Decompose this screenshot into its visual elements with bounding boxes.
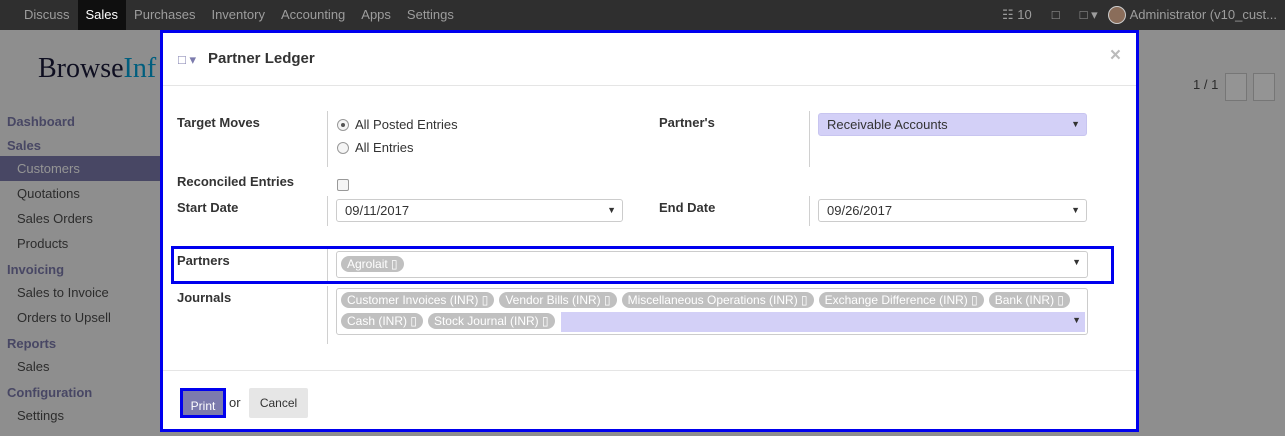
menu-item-discuss[interactable]: Discuss bbox=[16, 0, 78, 30]
tag-label: Agrolait bbox=[347, 257, 388, 271]
radio-button-checked[interactable] bbox=[337, 118, 349, 131]
tag-remove-icon[interactable]: ▯ bbox=[968, 293, 978, 307]
date-value: 09/26/2017 bbox=[827, 203, 893, 218]
tag[interactable]: Customer Invoices (INR) ▯ bbox=[341, 292, 495, 308]
tag-remove-icon[interactable]: ▯ bbox=[388, 257, 398, 271]
radio-button[interactable] bbox=[337, 141, 349, 154]
tag-remove-icon[interactable]: ▯ bbox=[478, 293, 489, 307]
print-button[interactable]: Print bbox=[180, 388, 226, 418]
reconciled-checkbox[interactable] bbox=[337, 179, 349, 191]
messages-indicator[interactable]: ☷ 10 bbox=[992, 0, 1042, 30]
caret-down-icon: ▼ bbox=[1072, 257, 1081, 267]
menu-item-accounting[interactable]: Accounting bbox=[273, 0, 353, 30]
message-count: 10 bbox=[1017, 7, 1032, 22]
tag[interactable]: Miscellaneous Operations (INR) ▯ bbox=[621, 292, 814, 308]
tag-remove-icon[interactable]: ▯ bbox=[1054, 293, 1064, 307]
tag-remove-icon[interactable]: ▯ bbox=[798, 293, 808, 307]
caret-down-icon: ▼ bbox=[607, 205, 616, 215]
user-menu[interactable]: Administrator (v10_cust... bbox=[1130, 0, 1285, 30]
phone-icon[interactable]: □ ▾ bbox=[1070, 0, 1108, 30]
tag-remove-icon[interactable]: ▯ bbox=[539, 314, 549, 328]
field-separator bbox=[809, 111, 810, 167]
tag-label: Bank (INR) bbox=[994, 293, 1055, 307]
activity-icon[interactable]: □ bbox=[1042, 0, 1070, 30]
top-navbar: Discuss Sales Purchases Inventory Accounting… bbox=[0, 0, 1285, 30]
tag-remove-icon[interactable]: ▯ bbox=[407, 314, 417, 328]
start-date-input[interactable]: 09/11/2017 ▼ bbox=[336, 199, 623, 222]
tag[interactable]: Stock Journal (INR) ▯ bbox=[427, 313, 555, 329]
app-menu: Discuss Sales Purchases Inventory Accounting… bbox=[16, 0, 462, 30]
caret-down-icon: ▼ bbox=[1071, 205, 1080, 215]
menu-item-inventory[interactable]: Inventory bbox=[203, 0, 272, 30]
select-value: Receivable Accounts bbox=[827, 117, 948, 132]
tag-label: Miscellaneous Operations (INR) bbox=[627, 293, 798, 307]
tag-label: Vendor Bills (INR) bbox=[505, 293, 601, 307]
partners-tag-input[interactable]: Agrolait ▯ ▼ bbox=[336, 251, 1088, 278]
dialog-footer: Print or Cancel bbox=[163, 370, 1136, 432]
cancel-button[interactable]: Cancel bbox=[249, 388, 308, 418]
tag[interactable]: Bank (INR) ▯ bbox=[988, 292, 1071, 308]
field-separator bbox=[327, 111, 328, 167]
journal-tags-row: Cash (INR) ▯ Stock Journal (INR) ▯ bbox=[339, 313, 558, 329]
field-separator bbox=[327, 196, 328, 226]
field-separator bbox=[809, 196, 810, 226]
menu-item-settings[interactable]: Settings bbox=[399, 0, 462, 30]
partners-label: Partners bbox=[177, 253, 230, 268]
tag-label: Customer Invoices (INR) bbox=[347, 293, 479, 307]
radio-label: All Entries bbox=[355, 140, 414, 155]
menu-item-apps[interactable]: Apps bbox=[353, 0, 399, 30]
field-separator bbox=[327, 249, 328, 281]
journals-tag-input[interactable]: Customer Invoices (INR) ▯ Vendor Bills (I… bbox=[336, 288, 1088, 335]
field-separator bbox=[327, 286, 328, 344]
tag[interactable]: Cash (INR) ▯ bbox=[341, 313, 423, 329]
tag-remove-icon[interactable]: ▯ bbox=[601, 293, 611, 307]
end-date-label: End Date bbox=[659, 200, 716, 215]
reconciled-label: Reconciled Entries bbox=[177, 174, 295, 189]
radio-all-posted[interactable]: All Posted Entries bbox=[337, 117, 458, 132]
tag[interactable]: Exchange Difference (INR) ▯ bbox=[818, 292, 984, 308]
partners-type-label: Partner's bbox=[659, 115, 715, 130]
partner-tags: Agrolait ▯ bbox=[339, 256, 407, 272]
caret-down-icon: ▼ bbox=[1072, 315, 1081, 325]
tag[interactable]: Agrolait ▯ bbox=[341, 256, 404, 272]
tag-label: Cash (INR) bbox=[347, 314, 408, 328]
radio-label: All Posted Entries bbox=[355, 117, 458, 132]
avatar[interactable] bbox=[1107, 6, 1126, 24]
dialog-header: □ ▾ Partner Ledger × bbox=[163, 33, 1136, 86]
tag-label: Stock Journal (INR) bbox=[433, 314, 539, 328]
close-icon[interactable]: × bbox=[1110, 45, 1121, 67]
journals-label: Journals bbox=[177, 290, 232, 305]
end-date-input[interactable]: 09/26/2017 ▼ bbox=[818, 199, 1087, 222]
dialog-title: Partner Ledger bbox=[208, 50, 315, 67]
partner-ledger-dialog: □ ▾ Partner Ledger × Target Moves All Po… bbox=[160, 30, 1139, 432]
tag[interactable]: Vendor Bills (INR) ▯ bbox=[499, 292, 617, 308]
journal-tags-row: Customer Invoices (INR) ▯ Vendor Bills (I… bbox=[339, 292, 1073, 308]
target-moves-label: Target Moves bbox=[177, 115, 260, 130]
favorite-dropdown-icon[interactable]: □ ▾ bbox=[178, 52, 196, 68]
caret-down-icon: ▼ bbox=[1071, 119, 1080, 129]
radio-all-entries[interactable]: All Entries bbox=[337, 140, 414, 155]
start-date-label: Start Date bbox=[177, 200, 239, 215]
partners-type-select[interactable]: Receivable Accounts ▼ bbox=[818, 113, 1087, 136]
tag-label: Exchange Difference (INR) bbox=[824, 293, 968, 307]
date-value: 09/11/2017 bbox=[345, 203, 410, 218]
navbar-right: ☷ 10 □ □ ▾ Administrator (v10_cust... bbox=[992, 0, 1285, 30]
menu-item-sales[interactable]: Sales bbox=[77, 0, 127, 30]
journal-search-field[interactable] bbox=[561, 312, 1085, 332]
or-text: or bbox=[229, 395, 241, 410]
menu-item-purchases[interactable]: Purchases bbox=[126, 0, 203, 30]
